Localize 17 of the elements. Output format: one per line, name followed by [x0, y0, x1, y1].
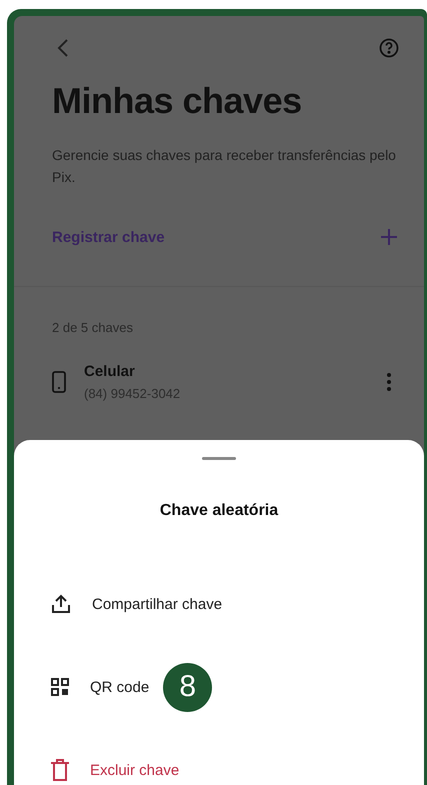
share-icon: [50, 593, 72, 615]
menu-item[interactable]: Compartilhar chave: [50, 593, 222, 615]
page-description: Gerencie suas chaves para receber transferências pelo Pix.: [52, 146, 397, 187]
plus-icon[interactable]: [380, 228, 398, 246]
help-icon[interactable]: [379, 38, 399, 58]
key-type: Celular: [84, 363, 136, 380]
menu-item[interactable]: Excluir chave: [50, 759, 180, 781]
menu-item[interactable]: QR code: [50, 677, 150, 697]
page-title: Minhas chaves: [52, 80, 303, 122]
qr-code-icon: [50, 677, 70, 697]
more-options-icon[interactable]: [386, 372, 392, 392]
step-badge: 8: [163, 662, 212, 712]
sheet-title: Chave aleatória: [158, 502, 280, 520]
trash-icon: [50, 759, 70, 781]
phone-icon: [52, 371, 66, 393]
back-icon[interactable]: [56, 39, 70, 57]
sheet-handle[interactable]: [202, 457, 236, 460]
